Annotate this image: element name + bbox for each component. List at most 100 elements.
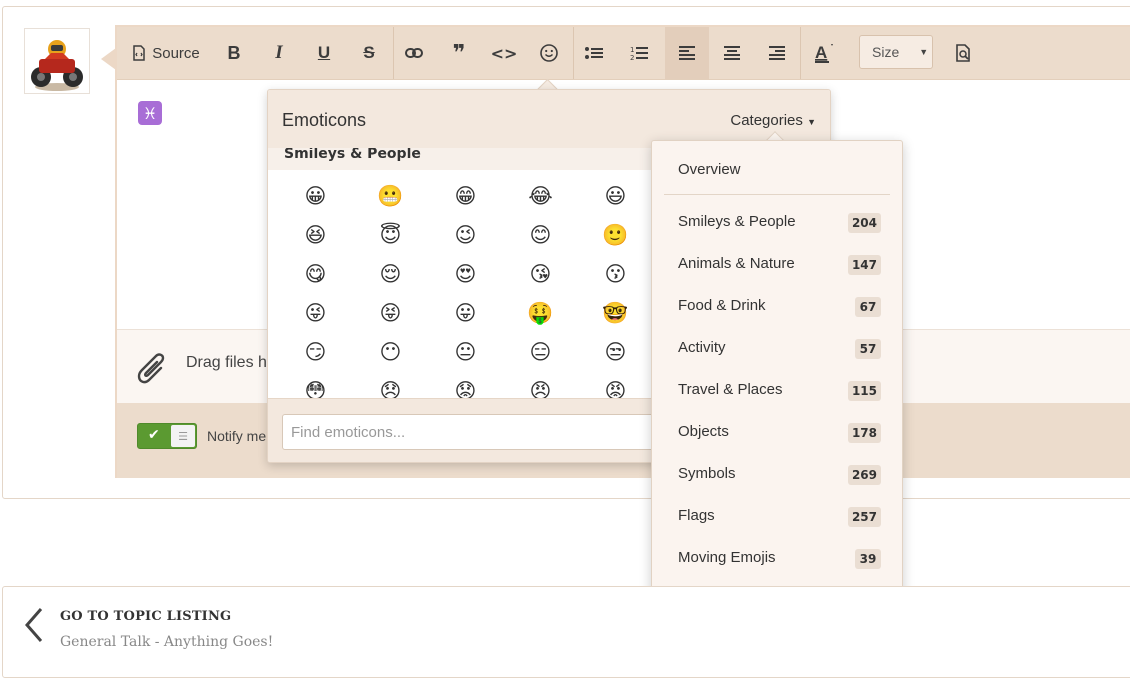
emoticon-item[interactable]: 😌 xyxy=(353,261,428,300)
italic-button[interactable]: I xyxy=(262,27,296,79)
bold-button[interactable]: B xyxy=(217,27,251,79)
align-center-button[interactable] xyxy=(715,27,749,79)
emoticon-item[interactable]: 😂 xyxy=(503,183,578,222)
strikethrough-button[interactable]: S xyxy=(352,27,386,79)
emoticon-item[interactable]: 😃 xyxy=(578,183,653,222)
smiley-icon xyxy=(540,44,558,62)
source-label: Source xyxy=(152,44,200,62)
category-item[interactable]: Flags 257 xyxy=(652,507,902,549)
emoticons-title: Emoticons xyxy=(282,110,367,130)
emoticon-item[interactable]: 😠 xyxy=(503,378,578,398)
emoticon-item[interactable]: 😁 xyxy=(428,183,503,222)
emoticon-item[interactable]: 🙂 xyxy=(578,222,653,261)
align-right-button[interactable] xyxy=(760,27,794,79)
emoticon-item[interactable]: 😍 xyxy=(428,261,503,300)
code-button[interactable]: <> xyxy=(487,27,521,79)
editor-toolbar: Source B I U S ❞ <> 1 2 A Size ▼ xyxy=(117,27,1130,80)
category-label: Symbols xyxy=(678,465,736,482)
emoticon-item[interactable]: 😏 xyxy=(278,339,353,378)
numbered-list-button[interactable]: 1 2 xyxy=(622,27,656,79)
category-label: Food & Drink xyxy=(678,297,766,314)
toolbar-divider xyxy=(573,27,574,79)
emoticon-item[interactable]: 🤓 xyxy=(578,300,653,339)
emoji-button[interactable] xyxy=(532,27,566,79)
topic-listing-title[interactable]: GO TO TOPIC LISTING xyxy=(60,609,231,624)
source-button[interactable]: Source xyxy=(127,27,205,79)
emoticon-item[interactable]: 😒 xyxy=(578,339,653,378)
toolbar-divider xyxy=(800,27,801,79)
preview-icon xyxy=(956,44,970,62)
notify-toggle[interactable]: ✔ ☰ xyxy=(137,423,197,449)
category-count-badge: 67 xyxy=(855,297,881,317)
category-count-badge: 257 xyxy=(847,507,881,527)
emoticon-item[interactable]: 😀 xyxy=(278,183,353,222)
preview-button[interactable] xyxy=(947,27,981,79)
font-color-button[interactable]: A xyxy=(807,27,841,79)
check-icon: ✔ xyxy=(148,427,160,443)
category-item[interactable]: Activity 57 xyxy=(652,339,902,381)
emoticon-item[interactable]: 😇 xyxy=(353,222,428,261)
bulleted-list-button[interactable] xyxy=(577,27,611,79)
emoticon-item[interactable]: 😑 xyxy=(503,339,578,378)
category-item[interactable]: Moving Emojis 39 xyxy=(652,549,902,591)
align-left-button[interactable] xyxy=(665,27,709,79)
category-item[interactable]: Food & Drink 67 xyxy=(652,297,902,339)
category-label: Objects xyxy=(678,423,729,440)
font-size-label: Size xyxy=(872,44,900,60)
emoticon-item[interactable]: 😆 xyxy=(278,222,353,261)
svg-text:A: A xyxy=(815,43,827,62)
emoticon-item[interactable]: 😡 xyxy=(578,378,653,398)
category-overview[interactable]: Overview xyxy=(678,161,741,178)
quote-button[interactable]: ❞ xyxy=(442,27,476,79)
category-count-badge: 269 xyxy=(847,465,881,485)
align-right-icon xyxy=(769,46,785,60)
svg-text:2: 2 xyxy=(630,54,634,61)
emoticon-item[interactable]: 😝 xyxy=(353,300,428,339)
emoticon-item[interactable]: 😉 xyxy=(428,222,503,261)
toolbar-divider xyxy=(393,27,394,79)
topic-forum-name: General Talk - Anything Goes! xyxy=(60,634,274,650)
emoticon-item[interactable]: 😟 xyxy=(428,378,503,398)
avatar xyxy=(24,28,90,94)
paperclip-icon xyxy=(137,353,165,384)
categories-menu: Overview Smileys & People 204 Animals & Na… xyxy=(651,140,903,628)
bold-icon: B xyxy=(227,42,241,63)
code-icon: <> xyxy=(490,43,518,63)
category-label: Flags xyxy=(678,507,715,524)
emoticon-item[interactable]: 🤑 xyxy=(503,300,578,339)
category-count-badge: 57 xyxy=(855,339,881,359)
emoticon-item[interactable]: 😜 xyxy=(278,300,353,339)
font-size-select[interactable]: Size ▼ xyxy=(859,35,933,69)
go-to-topic-listing[interactable]: GO TO TOPIC LISTING General Talk - Anyth… xyxy=(2,586,1130,678)
emoticon-item[interactable]: 😬 xyxy=(353,183,428,222)
menu-divider xyxy=(664,194,890,195)
drag-files-text: Drag files h xyxy=(186,354,267,371)
category-item[interactable]: Animals & Nature 147 xyxy=(652,255,902,297)
link-button[interactable] xyxy=(397,27,431,79)
category-count-badge: 204 xyxy=(847,213,881,233)
emoticon-item[interactable]: 😐 xyxy=(428,339,503,378)
emoticon-item[interactable]: 😋 xyxy=(278,261,353,300)
underline-icon: U xyxy=(317,43,331,62)
source-icon xyxy=(133,45,145,61)
categories-dropdown-button[interactable]: Categories ▼ xyxy=(730,112,816,129)
category-item[interactable]: Travel & Places 115 xyxy=(652,381,902,423)
svg-text:1: 1 xyxy=(630,46,634,54)
emoticon-item[interactable]: 😶 xyxy=(353,339,428,378)
emoticon-search-input[interactable] xyxy=(282,414,702,450)
emoticon-item[interactable]: 😳 xyxy=(278,378,353,398)
underline-button[interactable]: U xyxy=(307,27,341,79)
emoticon-item[interactable]: 😞 xyxy=(353,378,428,398)
category-item[interactable]: Smileys & People 204 xyxy=(652,213,902,255)
emoticon-item[interactable]: 😘 xyxy=(503,261,578,300)
emoticon-item[interactable]: 😗 xyxy=(578,261,653,300)
emoticon-item[interactable]: 😛 xyxy=(428,300,503,339)
emoticon-item[interactable]: 😊 xyxy=(503,222,578,261)
quote-icon: ❞ xyxy=(452,40,466,66)
link-icon xyxy=(405,48,423,58)
caret-down-icon: ▼ xyxy=(807,117,816,127)
category-item[interactable]: Symbols 269 xyxy=(652,465,902,507)
pisces-emoji: ♓ xyxy=(138,101,162,125)
bulleted-list-icon xyxy=(585,47,603,59)
category-item[interactable]: Objects 178 xyxy=(652,423,902,465)
